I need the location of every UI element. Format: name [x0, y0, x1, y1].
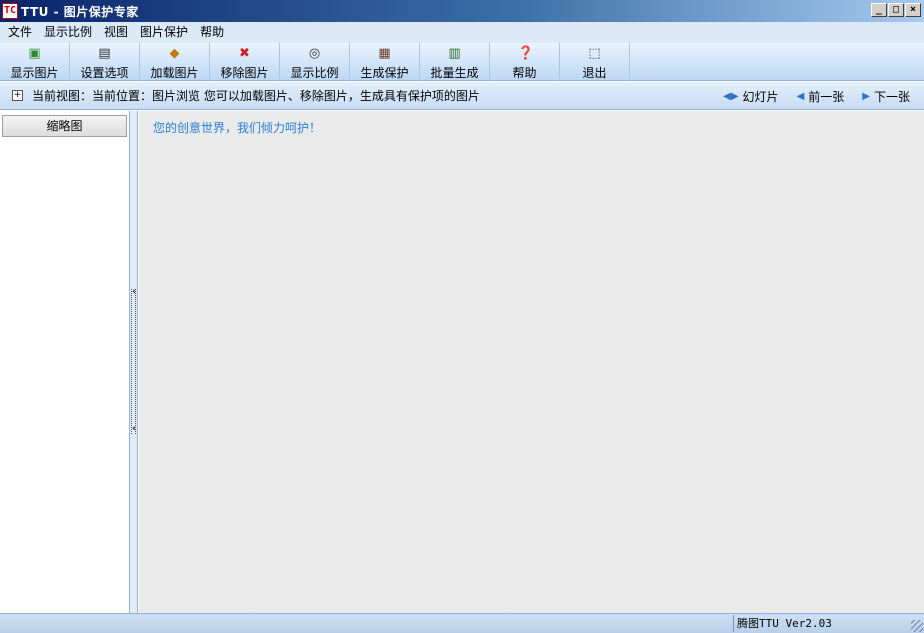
slideshow-label: 幻灯片	[742, 89, 779, 104]
splitter-grip[interactable]	[131, 289, 136, 434]
slideshow-icon: ◀▶	[723, 90, 739, 102]
toolbar-button-label: 移除图片	[220, 66, 269, 80]
status-bar: 腾图TTU Ver2.03	[0, 613, 924, 633]
breadcrumb: 当前视图：当前位置：图片浏览 您可以加载图片、移除图片，生成具有保护项的图片	[32, 89, 480, 103]
close-button[interactable]: ×	[905, 3, 921, 17]
help-icon: ❓	[517, 46, 534, 61]
exit-icon: ⬚	[588, 46, 601, 61]
maximize-button[interactable]: □	[888, 3, 904, 17]
thumbnail-header[interactable]: 缩略图	[2, 115, 127, 137]
toolbar-button-1[interactable]: ▤ 设置选项	[70, 43, 140, 81]
next-link[interactable]: ▶ 下一张	[862, 88, 910, 105]
toolbar-button-label: 帮助	[512, 66, 537, 80]
toolbar-button-6[interactable]: ▥ 批量生成	[420, 43, 490, 81]
resize-grip-icon[interactable]	[911, 620, 923, 632]
toolbar-button-0[interactable]: ▣ 显示图片	[0, 43, 70, 81]
collapse-arrow-icon-2[interactable]: ‹	[130, 424, 138, 434]
toolbar-button-3[interactable]: ✖ 移除图片	[210, 43, 280, 81]
image-view-icon: ▣	[28, 46, 41, 61]
toolbar-button-5[interactable]: ▦ 生成保护	[350, 43, 420, 81]
batch-icon: ▥	[448, 46, 461, 61]
toolbar-button-label: 生成保护	[360, 66, 409, 80]
version-label: 腾图TTU Ver2.03	[733, 615, 911, 632]
menu-bar: 文件 显示比例 视图 图片保护 帮助	[0, 22, 924, 43]
menu-zoom[interactable]: 显示比例	[38, 23, 98, 42]
toolbar-button-label: 加载图片	[150, 66, 199, 80]
toolbar-button-label: 批量生成	[430, 66, 479, 80]
toolbar-button-label: 退出	[582, 66, 607, 80]
zoom-icon: ◎	[308, 46, 321, 61]
menu-file[interactable]: 文件	[2, 23, 38, 42]
title-bar: TC TTU - 图片保护专家 _ □ ×	[0, 0, 924, 22]
window-title: TTU - 图片保护专家	[21, 4, 139, 19]
protect-icon: ▦	[378, 46, 391, 61]
toolbar-button-2[interactable]: ◆ 加载图片	[140, 43, 210, 81]
next-icon: ▶	[862, 90, 870, 102]
toolbar-button-7[interactable]: ❓ 帮助	[490, 43, 560, 81]
previous-icon: ◀	[796, 90, 805, 102]
menu-protect[interactable]: 图片保护	[134, 23, 194, 42]
image-view-area[interactable]: 您的创意世界，我们倾力呵护！	[139, 111, 924, 613]
nav-bar: + 当前视图：当前位置：图片浏览 您可以加载图片、移除图片，生成具有保护项的图片…	[0, 82, 924, 110]
remove-image-icon: ✖	[239, 46, 250, 61]
toolbar-button-label: 显示图片	[10, 66, 59, 80]
thumbnail-panel: 缩略图	[0, 111, 130, 613]
toolbar-button-label: 显示比例	[290, 66, 339, 80]
settings-icon: ▤	[98, 46, 111, 61]
toolbar-button-label: 设置选项	[80, 66, 129, 80]
menu-view[interactable]: 视图	[98, 23, 134, 42]
menu-help[interactable]: 帮助	[194, 23, 230, 42]
load-image-icon: ◆	[169, 46, 180, 61]
previous-label: 前一张	[808, 89, 845, 104]
slogan-text: 您的创意世界，我们倾力呵护！	[153, 121, 322, 135]
toolbar-button-4[interactable]: ◎ 显示比例	[280, 43, 350, 81]
toolbar-button-8[interactable]: ⬚ 退出	[560, 43, 630, 81]
app-logo-icon: TC	[2, 3, 18, 19]
slideshow-link[interactable]: ◀▶ 幻灯片	[723, 88, 778, 105]
previous-link[interactable]: ◀ 前一张	[797, 88, 845, 105]
toolbar: ▣ 显示图片 ▤ 设置选项 ◆ 加载图片 ✖ 移除图片 ◎ 显示比例 ▦ 生成保护 ▥ 批量生成 ❓ 帮助 ⬚ 退…	[0, 43, 924, 81]
splitter[interactable]: ‹ ‹	[130, 111, 138, 613]
next-label: 下一张	[873, 89, 910, 104]
minimize-button[interactable]: _	[871, 3, 887, 17]
expand-icon[interactable]: +	[12, 90, 23, 101]
slide-nav: ◀▶ 幻灯片 ◀ 前一张 ▶ 下一张	[723, 82, 910, 110]
window-controls: _ □ ×	[871, 3, 921, 17]
